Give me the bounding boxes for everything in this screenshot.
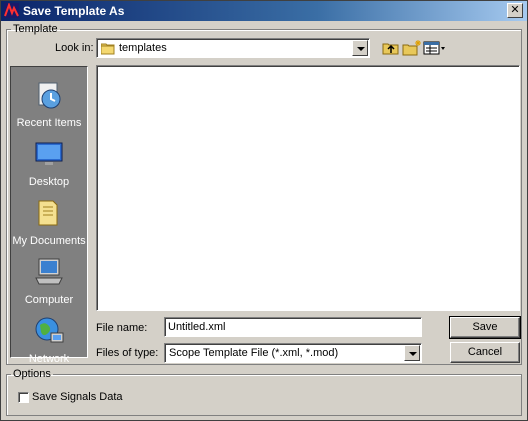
place-label: Network xyxy=(28,353,70,365)
title-bar[interactable]: Save Template As ✕ xyxy=(1,1,527,21)
files-of-type-label: Files of type: xyxy=(96,347,159,359)
files-of-type-dropdown[interactable]: Scope Template File (*.xml, *.mod) xyxy=(164,343,422,363)
file-name-input[interactable]: Untitled.xml xyxy=(164,317,422,337)
new-folder-icon[interactable] xyxy=(402,39,422,57)
close-icon: ✕ xyxy=(510,4,520,16)
place-label: My Documents xyxy=(12,235,86,247)
save-button[interactable]: Save xyxy=(449,316,521,339)
place-label: Recent Items xyxy=(16,117,82,129)
window-title: Save Template As xyxy=(23,4,125,18)
look-in-label: Look in: xyxy=(55,42,94,54)
place-desktop[interactable]: Desktop xyxy=(11,136,87,194)
chevron-down-icon[interactable] xyxy=(404,345,420,361)
my-documents-icon xyxy=(38,200,58,226)
files-of-type-value: Scope Template File (*.xml, *.mod) xyxy=(169,347,339,359)
up-one-level-icon[interactable] xyxy=(381,39,401,57)
options-group-legend: Options xyxy=(13,368,51,380)
app-logo-icon xyxy=(4,3,19,18)
folder-icon xyxy=(101,43,115,55)
chevron-down-icon[interactable] xyxy=(352,40,368,56)
save-signals-checkbox[interactable] xyxy=(18,392,29,403)
place-recent-items[interactable]: Recent Items xyxy=(11,77,87,135)
recent-items-icon xyxy=(38,82,61,109)
place-label: Desktop xyxy=(28,176,70,188)
view-menu-icon[interactable] xyxy=(423,39,447,57)
look-in-value: templates xyxy=(119,42,167,54)
place-network[interactable]: Network xyxy=(11,313,87,371)
places-bar: Recent Items Desktop My Documents Comput… xyxy=(10,66,88,365)
computer-icon xyxy=(35,258,63,285)
file-name-label: File name: xyxy=(96,322,148,334)
place-computer[interactable]: Computer xyxy=(11,254,87,312)
cancel-button[interactable]: Cancel xyxy=(450,342,520,363)
look-in-dropdown[interactable]: templates xyxy=(96,38,370,58)
desktop-icon xyxy=(35,142,63,165)
file-list[interactable] xyxy=(96,65,520,311)
save-template-dialog: Save Template As ✕ Template Look in: tem… xyxy=(0,0,528,421)
save-signals-label[interactable]: Save Signals Data xyxy=(32,391,123,403)
network-icon xyxy=(35,317,64,343)
place-my-documents[interactable]: My Documents xyxy=(11,195,87,253)
place-label: Computer xyxy=(24,294,74,306)
close-button[interactable]: ✕ xyxy=(507,3,523,18)
template-group-legend: Template xyxy=(13,23,58,35)
